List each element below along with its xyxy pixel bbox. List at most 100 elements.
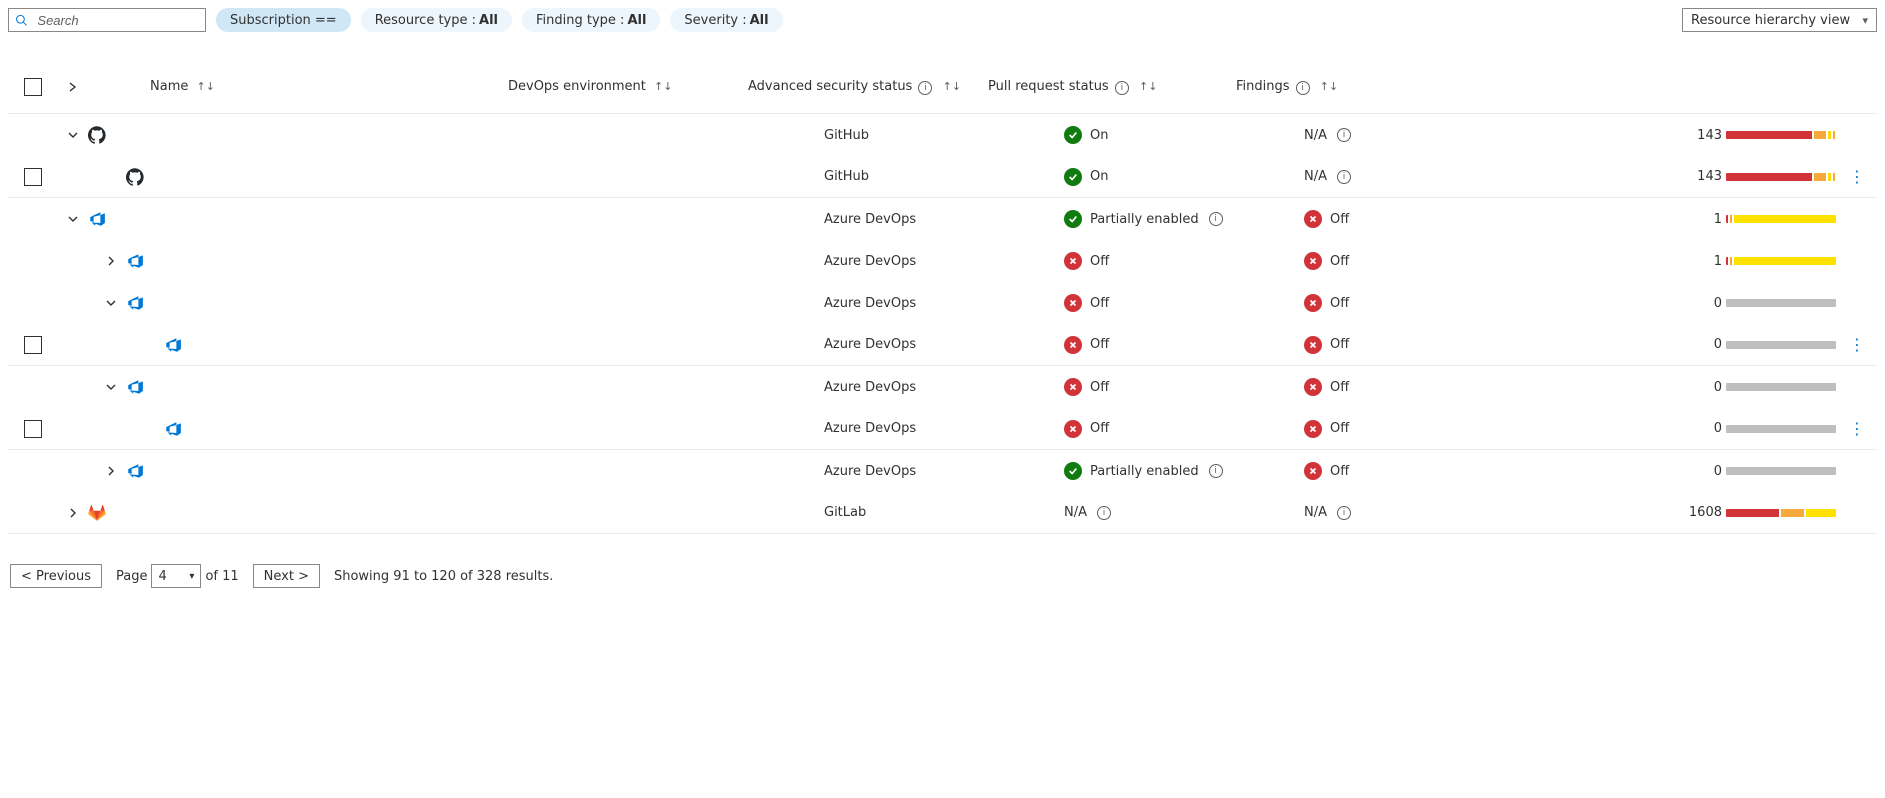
row-checkbox[interactable] bbox=[24, 420, 42, 438]
pr-status: N/Ai bbox=[1304, 128, 1552, 143]
row-more-button[interactable]: ⋮ bbox=[1849, 337, 1865, 353]
adv-status: N/Ai bbox=[1064, 505, 1304, 520]
table-row[interactable]: Azure DevOpsOffOff0⋮ bbox=[8, 324, 1877, 366]
azdevops-icon bbox=[126, 378, 144, 396]
status-text: Off bbox=[1090, 380, 1109, 395]
table-header: Name ↑↓ DevOps environment ↑↓ Advanced s… bbox=[8, 60, 1877, 114]
row-checkbox[interactable] bbox=[24, 336, 42, 354]
search-field[interactable] bbox=[35, 12, 199, 29]
col-adv[interactable]: Advanced security status i ↑↓ bbox=[748, 79, 988, 95]
findings-bar bbox=[1726, 215, 1836, 223]
table-row[interactable]: Azure DevOpsOffOff0 bbox=[8, 366, 1877, 408]
findings-count: 0 bbox=[1552, 337, 1722, 352]
row-more-button[interactable]: ⋮ bbox=[1849, 169, 1865, 185]
cross-icon bbox=[1304, 336, 1322, 354]
expander-right[interactable] bbox=[103, 463, 119, 479]
sort-icon: ↑↓ bbox=[197, 80, 215, 93]
col-label: Findings bbox=[1236, 79, 1290, 94]
prev-button[interactable]: < Previous bbox=[10, 564, 102, 588]
table-row[interactable]: GitHubOnN/Ai143⋮ bbox=[8, 156, 1877, 198]
chevron-down-icon: ▾ bbox=[189, 571, 194, 582]
expander-down[interactable] bbox=[65, 127, 81, 143]
azdevops-icon bbox=[164, 336, 182, 354]
info-icon[interactable]: i bbox=[1337, 128, 1351, 142]
azdevops-icon bbox=[126, 252, 144, 270]
col-env[interactable]: DevOps environment ↑↓ bbox=[508, 79, 748, 94]
findings-count: 1 bbox=[1552, 254, 1722, 269]
cross-icon bbox=[1064, 336, 1082, 354]
check-icon bbox=[1064, 210, 1082, 228]
view-dropdown[interactable]: Resource hierarchy view ▾ bbox=[1682, 8, 1877, 32]
sort-icon: ↑↓ bbox=[1320, 80, 1338, 93]
pr-status: N/Ai bbox=[1304, 505, 1552, 520]
azdevops-icon bbox=[88, 210, 106, 228]
table-row[interactable]: Azure DevOpsPartially enablediOff1 bbox=[8, 198, 1877, 240]
info-icon[interactable]: i bbox=[1337, 506, 1351, 520]
pr-status: Off bbox=[1304, 378, 1552, 396]
expander-down[interactable] bbox=[103, 295, 119, 311]
status-text: Off bbox=[1330, 212, 1349, 227]
filter-severity[interactable]: Severity : All bbox=[670, 8, 782, 32]
info-icon[interactable]: i bbox=[1337, 170, 1351, 184]
status-text: Off bbox=[1330, 421, 1349, 436]
col-pr[interactable]: Pull request status i ↑↓ bbox=[988, 79, 1236, 95]
info-icon[interactable]: i bbox=[1115, 81, 1129, 95]
filter-label: Severity : bbox=[684, 13, 746, 28]
env-cell: Azure DevOps bbox=[824, 337, 1064, 352]
status-text: Off bbox=[1330, 254, 1349, 269]
findings-bar bbox=[1726, 467, 1836, 475]
info-icon[interactable]: i bbox=[1209, 212, 1223, 226]
table-row[interactable]: Azure DevOpsOffOff1 bbox=[8, 240, 1877, 282]
col-findings[interactable]: Findings i ↑↓ bbox=[1236, 79, 1406, 95]
adv-status: Partially enabledi bbox=[1064, 462, 1304, 480]
env-cell: Azure DevOps bbox=[824, 296, 1064, 311]
info-icon[interactable]: i bbox=[1296, 81, 1310, 95]
filter-finding-type[interactable]: Finding type : All bbox=[522, 8, 660, 32]
row-checkbox[interactable] bbox=[24, 168, 42, 186]
pr-status: Off bbox=[1304, 210, 1552, 228]
expander-down[interactable] bbox=[65, 211, 81, 227]
expander-down[interactable] bbox=[103, 379, 119, 395]
expand-all[interactable] bbox=[65, 79, 81, 95]
table-row[interactable]: Azure DevOpsOffOff0 bbox=[8, 282, 1877, 324]
adv-status: Off bbox=[1064, 294, 1304, 312]
table-row[interactable]: Azure DevOpsOffOff0⋮ bbox=[8, 408, 1877, 450]
table-row[interactable]: GitLabN/AiN/Ai1608 bbox=[8, 492, 1877, 534]
pagination: < Previous Page 4 ▾ of 11 Next > Showing… bbox=[0, 534, 1885, 602]
filter-subscription[interactable]: Subscription == bbox=[216, 8, 351, 32]
status-text: On bbox=[1090, 128, 1108, 143]
status-text: Off bbox=[1090, 296, 1109, 311]
page-select[interactable]: 4 ▾ bbox=[151, 564, 201, 588]
adv-status: Partially enabledi bbox=[1064, 210, 1304, 228]
info-icon[interactable]: i bbox=[1097, 506, 1111, 520]
github-icon bbox=[88, 126, 106, 144]
env-cell: Azure DevOps bbox=[824, 380, 1064, 395]
row-more-button[interactable]: ⋮ bbox=[1849, 421, 1865, 437]
info-icon[interactable]: i bbox=[1209, 464, 1223, 478]
adv-status: Off bbox=[1064, 252, 1304, 270]
view-dropdown-label: Resource hierarchy view bbox=[1691, 13, 1850, 28]
info-icon[interactable]: i bbox=[918, 81, 932, 95]
expander-right[interactable] bbox=[103, 253, 119, 269]
cross-icon bbox=[1304, 294, 1322, 312]
sort-icon: ↑↓ bbox=[1139, 80, 1157, 93]
next-button[interactable]: Next > bbox=[253, 564, 320, 588]
table-row[interactable]: Azure DevOpsPartially enablediOff0 bbox=[8, 450, 1877, 492]
expander-right[interactable] bbox=[65, 505, 81, 521]
results-table: Name ↑↓ DevOps environment ↑↓ Advanced s… bbox=[0, 60, 1885, 534]
select-all-checkbox[interactable] bbox=[24, 78, 42, 96]
filter-resource-type[interactable]: Resource type : All bbox=[361, 8, 512, 32]
env-cell: Azure DevOps bbox=[824, 464, 1064, 479]
table-row[interactable]: GitHubOnN/Ai143 bbox=[8, 114, 1877, 156]
col-name[interactable]: Name ↑↓ bbox=[88, 79, 508, 94]
search-input[interactable] bbox=[8, 8, 206, 32]
check-icon bbox=[1064, 462, 1082, 480]
pr-status: Off bbox=[1304, 420, 1552, 438]
cross-icon bbox=[1304, 210, 1322, 228]
col-label: Advanced security status bbox=[748, 79, 912, 94]
filter-label: Finding type : bbox=[536, 13, 624, 28]
findings-count: 0 bbox=[1552, 380, 1722, 395]
azdevops-icon bbox=[164, 420, 182, 438]
findings-count: 1608 bbox=[1552, 505, 1722, 520]
status-text: Off bbox=[1330, 296, 1349, 311]
